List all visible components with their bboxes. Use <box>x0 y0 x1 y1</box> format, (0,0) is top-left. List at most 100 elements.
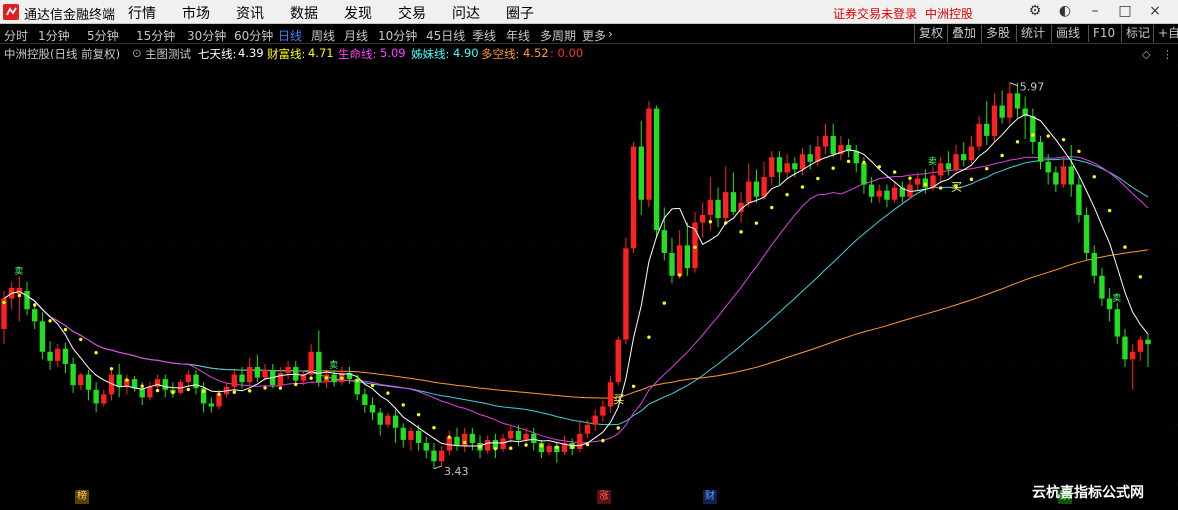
wealth-line-dot <box>309 376 313 380</box>
kline-chart[interactable]: 5.97 3.43 买买卖卖卖卖 <box>0 44 1178 506</box>
period-weekly[interactable]: 周线 <box>311 27 335 44</box>
candle-body <box>746 181 752 203</box>
wealth-line-dot <box>340 376 344 381</box>
menu-item-news[interactable]: 资讯 <box>236 3 264 23</box>
wealth-line-dot <box>324 376 329 380</box>
bottom-marker-finance[interactable]: 财 <box>703 490 717 504</box>
wealth-line-dot <box>1077 149 1081 154</box>
period-1min[interactable]: 1分钟 <box>38 27 70 44</box>
candle-body <box>523 433 529 440</box>
close-icon[interactable]: × <box>1148 4 1162 18</box>
bottom-marker-up[interactable]: 涨 <box>597 490 611 504</box>
wealth-line-dot <box>846 159 851 164</box>
period-60min[interactable]: 60分钟 <box>234 27 273 44</box>
candle-body <box>469 433 476 443</box>
period-15min[interactable]: 15分钟 <box>136 27 175 44</box>
wealth-line-dot <box>1031 133 1035 137</box>
sell-signal-label: 卖 <box>928 156 937 167</box>
candle-body <box>70 363 76 386</box>
skin-icon[interactable]: ◐ <box>1058 4 1072 18</box>
period-more[interactable]: 更多 <box>582 27 606 44</box>
period-30min[interactable]: 30分钟 <box>187 27 226 44</box>
period-monthly[interactable]: 月线 <box>344 27 368 44</box>
menu-item-trade[interactable]: 交易 <box>398 3 426 23</box>
candle-body <box>254 366 261 378</box>
wealth-line-dot <box>94 351 98 355</box>
candle-body <box>1014 93 1021 109</box>
period-intraday[interactable]: 分时 <box>4 27 28 44</box>
wealth-line-dot <box>48 319 52 323</box>
current-stock-name: 中洲控股 <box>925 7 974 21</box>
wealth-line-dot <box>631 384 636 388</box>
candle-body <box>78 374 84 386</box>
custom-button[interactable]: +自 <box>1153 25 1178 42</box>
candle-body <box>584 424 591 434</box>
kline-chart-svg[interactable]: 5.973.43买买卖卖卖卖 <box>0 44 1178 506</box>
candle-body <box>1083 214 1090 253</box>
candle-body <box>991 105 998 136</box>
draw-line-button[interactable]: 画线 <box>1051 25 1080 42</box>
candle-body <box>131 379 138 389</box>
candle-body <box>1122 336 1128 360</box>
more-chevron-icon[interactable]: › <box>608 27 613 41</box>
candle-body <box>776 157 783 173</box>
candle-body <box>293 366 299 381</box>
period-quarterly[interactable]: 季线 <box>472 27 496 44</box>
period-daily[interactable]: 日线 <box>278 27 302 44</box>
longshort-line <box>3 249 1149 399</box>
candle-body <box>139 388 145 398</box>
multi-stock-button[interactable]: 多股 <box>981 25 1010 42</box>
candle-body <box>32 309 38 322</box>
candle-body <box>938 163 944 176</box>
candle-body <box>247 366 253 383</box>
bottom-marker-rank[interactable]: 榜 <box>75 490 89 504</box>
wealth-line-dot <box>693 245 697 250</box>
candle-body <box>630 146 637 249</box>
menu-item-discover[interactable]: 发现 <box>344 3 372 23</box>
statistics-button[interactable]: 统计 <box>1016 25 1045 42</box>
candle-body <box>615 339 621 383</box>
wealth-line-dot <box>401 403 405 407</box>
menu-item-data[interactable]: 数据 <box>290 3 318 23</box>
candle-body <box>638 146 644 200</box>
menu-item-market[interactable]: 行情 <box>128 3 156 23</box>
adjust-button[interactable]: 复权 <box>914 25 943 42</box>
candle-body <box>193 374 199 389</box>
candle-body <box>239 374 245 383</box>
period-multi[interactable]: 多周期 <box>540 27 576 44</box>
candle-body <box>1145 339 1151 345</box>
login-status-link[interactable]: 证券交易未登录 <box>833 5 917 22</box>
period-yearly[interactable]: 年线 <box>506 27 530 44</box>
overlay-button[interactable]: 叠加 <box>947 25 976 42</box>
period-10min[interactable]: 10分钟 <box>378 27 417 44</box>
candle-body <box>24 290 30 310</box>
candle-body <box>39 321 46 352</box>
menu-item-circle[interactable]: 圈子 <box>506 3 534 23</box>
settings-icon[interactable]: ⚙ <box>1028 4 1042 18</box>
wealth-line-dot <box>232 390 237 394</box>
wealth-line-dot <box>862 160 866 165</box>
candle-body <box>723 192 729 218</box>
high-label-pointer <box>1009 82 1018 87</box>
wealth-line-dot <box>63 327 68 332</box>
f10-button[interactable]: F10 <box>1088 25 1115 42</box>
maximize-icon[interactable]: □ <box>1118 4 1132 18</box>
buy-signal-label: 买 <box>951 180 962 193</box>
wealth-line-dot <box>662 301 666 305</box>
candle-body <box>415 430 422 443</box>
candle-body <box>231 374 238 387</box>
period-45day[interactable]: 45日线 <box>426 27 465 44</box>
menu-item-ask[interactable]: 问达 <box>452 3 480 23</box>
wealth-line-dot <box>355 378 359 383</box>
candle-body <box>953 154 959 170</box>
candle-body <box>807 154 813 162</box>
candle-body <box>531 433 537 443</box>
candle-body <box>861 163 867 185</box>
candle-body <box>461 433 468 446</box>
candle-body <box>753 181 760 197</box>
mark-button[interactable]: 标记 <box>1121 25 1150 42</box>
menu-item-markets[interactable]: 市场 <box>182 3 210 23</box>
minimize-icon[interactable]: – <box>1088 4 1102 18</box>
period-5min[interactable]: 5分钟 <box>87 27 119 44</box>
candle-body <box>216 394 222 407</box>
